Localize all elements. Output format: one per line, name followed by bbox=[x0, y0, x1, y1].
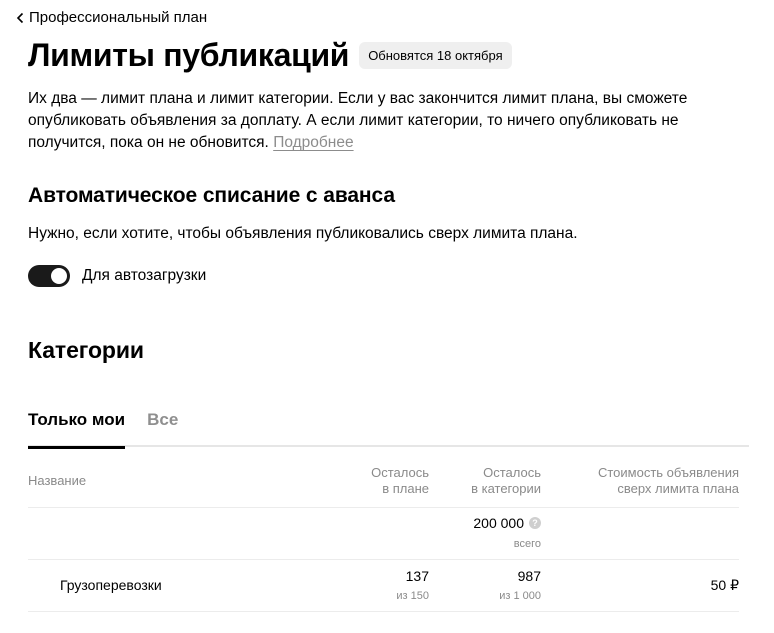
row-left-in-plan: 137 bbox=[405, 568, 429, 584]
autoload-toggle[interactable] bbox=[28, 265, 70, 287]
category-tabs: Только мои Все bbox=[28, 410, 749, 449]
row-category-total: из 1 000 bbox=[499, 590, 541, 602]
intro-body: Их два — лимит плана и лимит категории. … bbox=[28, 90, 688, 151]
row-cost-over-limit: 50 ₽ bbox=[710, 577, 739, 593]
auto-debit-heading: Автоматическое списание с аванса bbox=[28, 184, 395, 207]
total-remaining-value: 200 000 bbox=[473, 515, 524, 531]
page-title: Лимиты публикаций bbox=[28, 37, 350, 73]
column-header-left-in-plan-line2: в плане bbox=[382, 481, 429, 496]
total-remaining: 200 000 ? bbox=[473, 515, 541, 531]
column-header-cost-over-limit: Стоимость объявления сверх лимита плана bbox=[598, 465, 739, 497]
back-link-label: Профессиональный план bbox=[29, 9, 208, 26]
autoload-toggle-label: Для автозагрузки bbox=[82, 267, 207, 284]
column-header-left-in-plan-line1: Осталось bbox=[371, 465, 429, 480]
chevron-left-icon bbox=[16, 12, 24, 23]
help-icon[interactable]: ? bbox=[529, 517, 541, 529]
row-left-in-category: 987 bbox=[517, 568, 541, 584]
column-header-left-in-category: Осталось в категории bbox=[471, 465, 541, 497]
table-divider bbox=[28, 507, 739, 508]
column-header-name: Название bbox=[28, 473, 87, 488]
total-remaining-label: всего bbox=[513, 538, 541, 550]
table-divider bbox=[28, 611, 739, 612]
row-category-name: Грузоперевозки bbox=[60, 577, 162, 593]
intro-text: Их два — лимит плана и лимит категории. … bbox=[28, 88, 728, 154]
column-header-left-in-category-line2: в категории bbox=[471, 481, 541, 496]
tab-all[interactable]: Все bbox=[147, 410, 178, 447]
table-divider bbox=[28, 559, 739, 560]
update-date-badge: Обновятся 18 октября bbox=[359, 41, 512, 69]
toggle-knob bbox=[51, 268, 67, 284]
categories-heading: Категории bbox=[28, 337, 144, 363]
column-header-left-in-category-line1: Осталось bbox=[483, 465, 541, 480]
autoload-toggle-row: Для автозагрузки bbox=[28, 265, 206, 287]
auto-debit-description: Нужно, если хотите, чтобы объявления пуб… bbox=[28, 225, 578, 242]
title-row: Лимиты публикаций Обновятся 18 октября bbox=[28, 36, 512, 74]
column-header-cost-line1: Стоимость объявления bbox=[597, 465, 739, 480]
row-plan-total: из 150 bbox=[396, 590, 429, 602]
column-header-left-in-plan: Осталось в плане bbox=[371, 465, 429, 497]
back-link[interactable]: Профессиональный план bbox=[16, 9, 207, 26]
column-header-cost-line2: сверх лимита плана bbox=[617, 481, 739, 496]
more-link[interactable]: Подробнее bbox=[273, 134, 353, 151]
tab-only-mine[interactable]: Только мои bbox=[28, 410, 126, 449]
